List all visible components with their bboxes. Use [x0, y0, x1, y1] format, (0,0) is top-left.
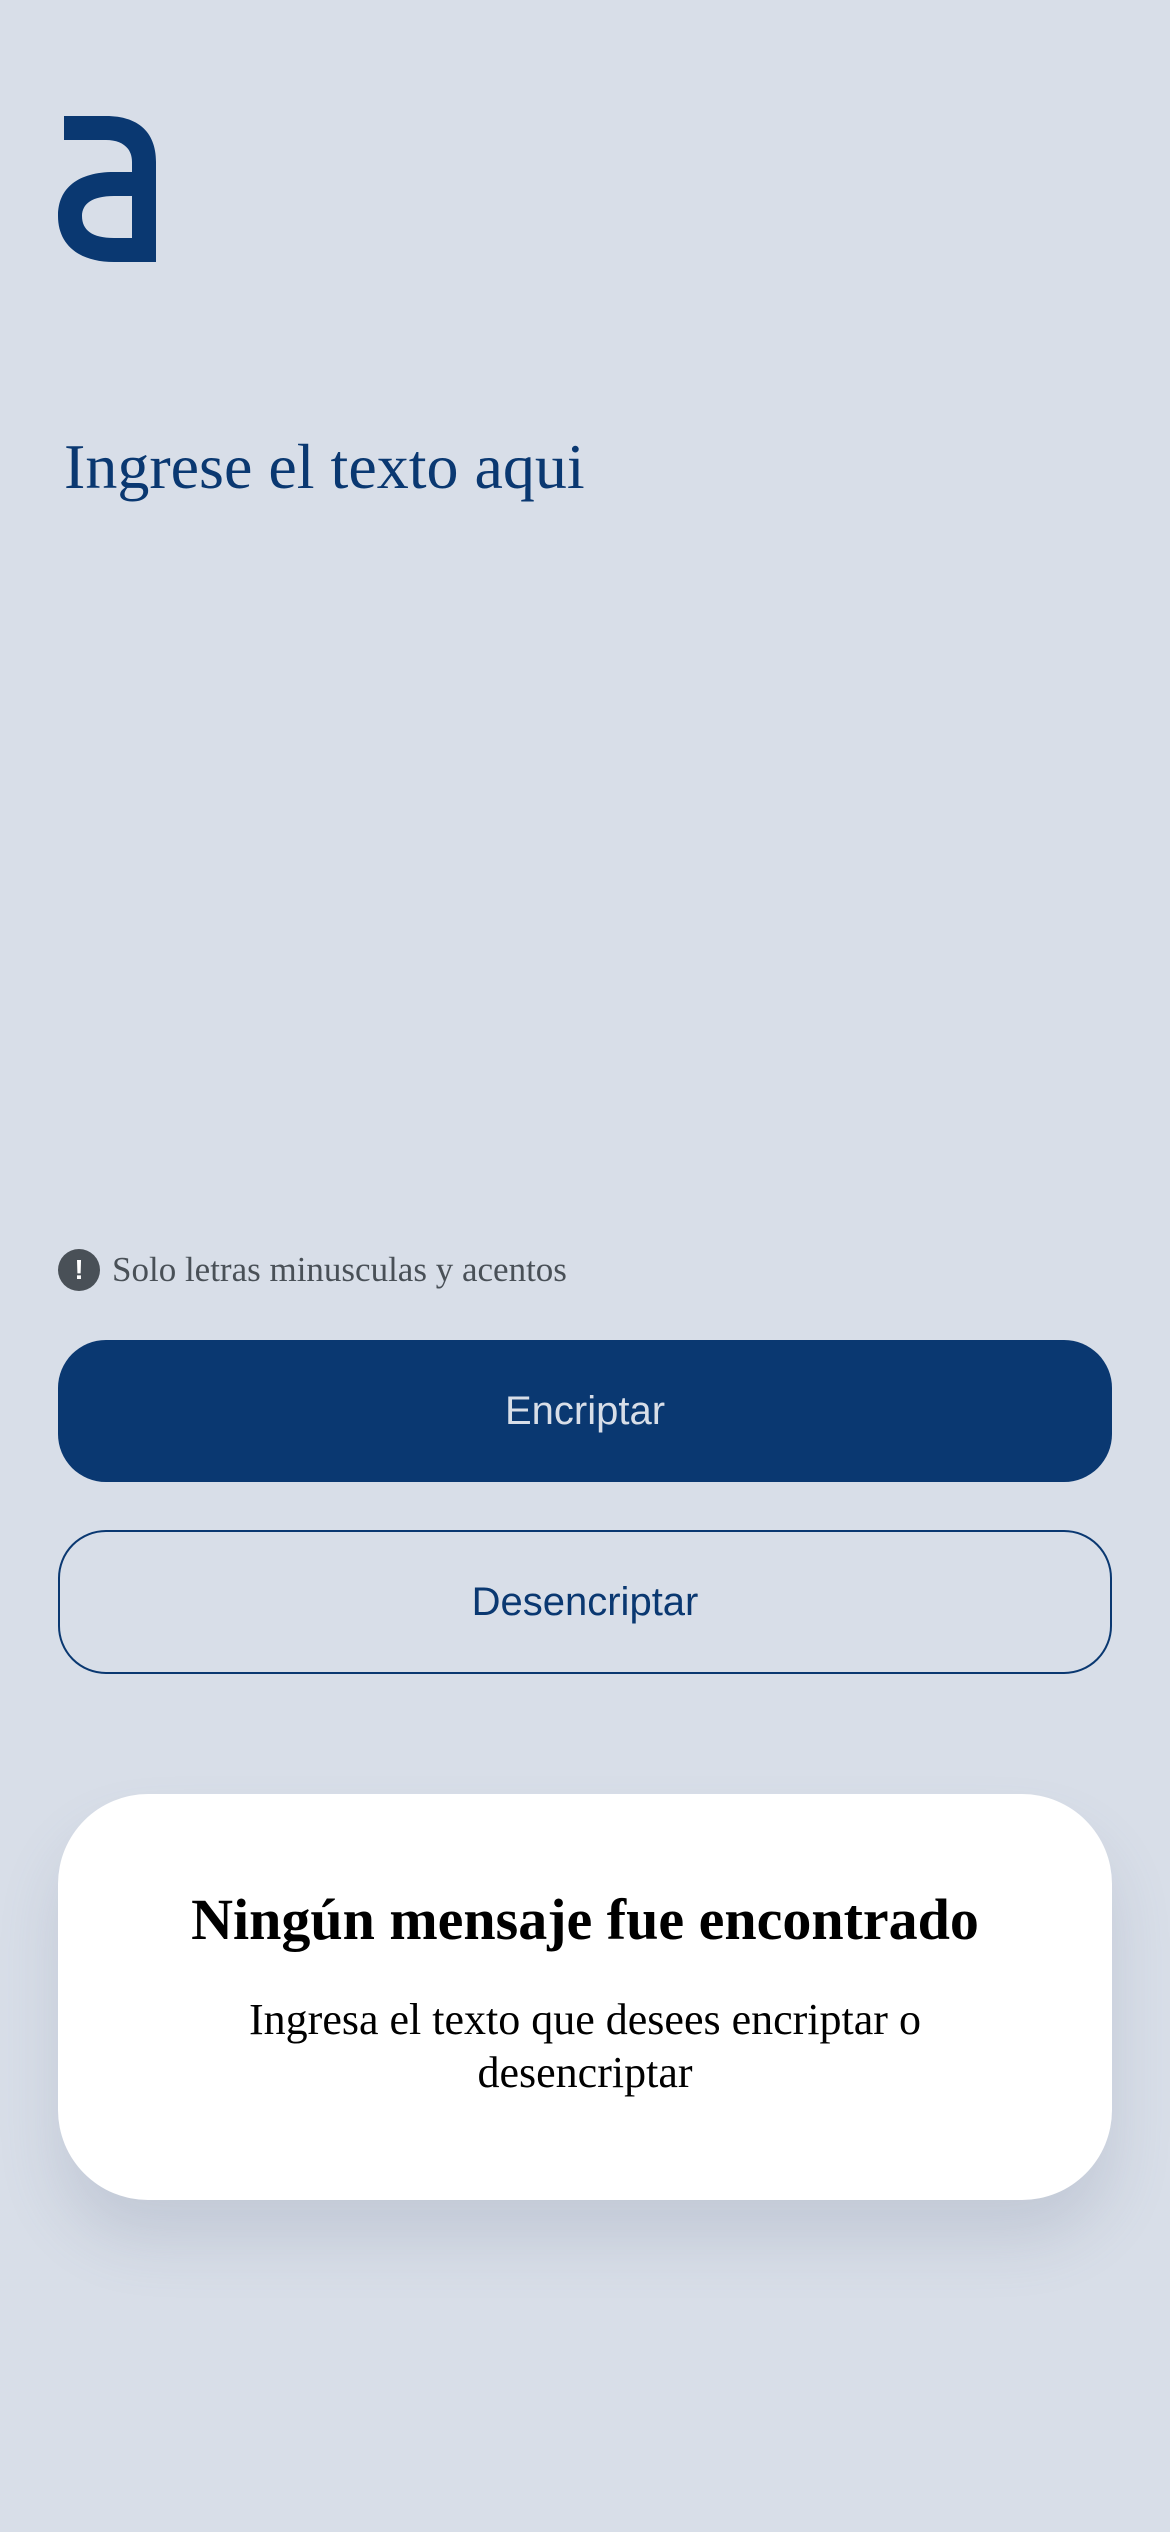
text-input[interactable] [64, 430, 1104, 1190]
hint-message: ! Solo letras minusculas y acentos [58, 1248, 567, 1292]
exclamation-circle-icon: ! [58, 1249, 100, 1291]
hint-text: Solo letras minusculas y acentos [112, 1250, 567, 1289]
result-card: Ningún mensaje fue encontrado Ingresa el… [58, 1794, 1112, 2200]
decrypt-button[interactable]: Desencriptar [58, 1530, 1112, 1674]
result-message: Ingresa el texto que desees encriptar o … [249, 1994, 921, 2097]
result-title: Ningún mensaje fue encontrado [191, 1887, 979, 1952]
encrypt-button[interactable]: Encriptar [58, 1340, 1112, 1482]
logo-icon [58, 116, 156, 262]
